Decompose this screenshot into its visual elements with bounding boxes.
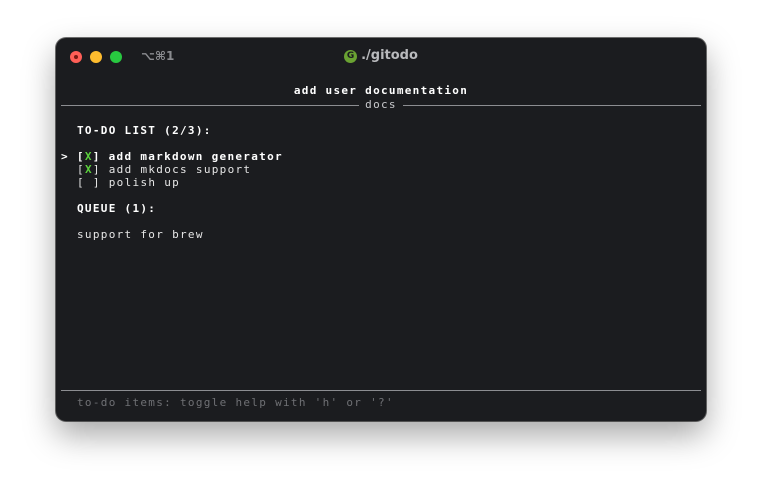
- queue-title: QUEUE (1):: [77, 202, 157, 215]
- todo-item-label: add mkdocs support: [108, 163, 252, 176]
- gitodo-app-icon: G: [344, 50, 358, 63]
- task-tag-label: docs: [359, 98, 403, 111]
- todo-list-title: TO-DO LIST (2/3):: [77, 124, 212, 137]
- todo-item[interactable]: [ ] polish up: [77, 176, 180, 189]
- checked-mark: X: [84, 150, 93, 163]
- window-title-text: ./gitodo: [361, 48, 418, 63]
- todo-item-label: add markdown generator: [108, 150, 283, 163]
- selection-cursor: >: [61, 150, 69, 163]
- window-title: G ./gitodo: [56, 48, 706, 63]
- terminal-window: ⌥⌘1 G ./gitodo add user documentation doc…: [56, 38, 706, 421]
- task-tag: docs: [56, 98, 706, 111]
- task-heading: add user documentation: [293, 84, 469, 97]
- todo-item-label: polish up: [108, 176, 181, 189]
- unchecked-mark: [85, 176, 93, 189]
- title-bar[interactable]: ⌥⌘1 G ./gitodo: [56, 38, 706, 76]
- footer-divider: [61, 390, 701, 391]
- queue-item[interactable]: support for brew: [77, 228, 204, 241]
- help-hint: to-do items: toggle help with 'h' or '?': [77, 396, 394, 409]
- todo-item[interactable]: [X] add mkdocs support: [77, 163, 251, 176]
- checked-mark: X: [84, 163, 93, 176]
- todo-item[interactable]: > [X] add markdown generator: [61, 150, 283, 163]
